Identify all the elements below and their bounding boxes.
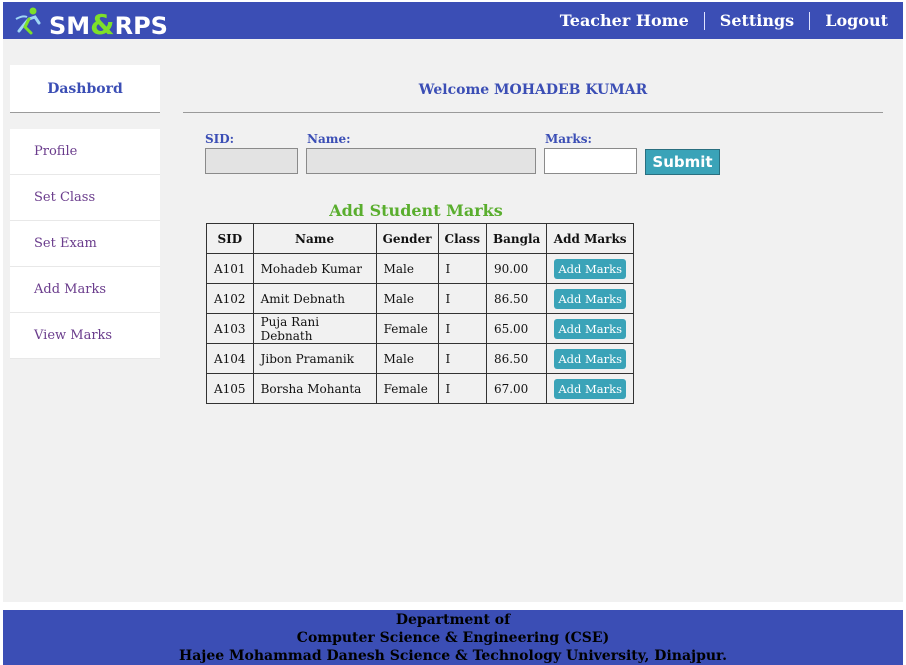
logo-prefix: SM [49,12,91,40]
logo[interactable]: SM&RPS [13,5,173,41]
cell-sid: A101 [206,253,254,284]
footer-university: Hajee Mohammad Danesh Science & Technolo… [178,648,728,664]
cell-sid: A103 [206,313,254,344]
nav-teacher-home[interactable]: Teacher Home [545,11,704,30]
add-marks-button[interactable]: Add Marks [554,318,627,339]
logo-text: SM&RPS [49,8,168,41]
cell-gender: Female [375,373,439,404]
cell-gender: Male [375,283,439,314]
top-nav: Teacher Home Settings Logout [545,2,903,39]
cell-class: I [437,253,487,284]
table-row: A102 Amit Debnath Male I 86.50 Add Marks [206,283,635,314]
sidebar: Profile Set Class Set Exam Add Marks Vie… [10,129,160,359]
table-row: A105 Borsha Mohanta Female I 67.00 Add M… [206,373,635,404]
nav-logout[interactable]: Logout [810,11,903,30]
marks-field[interactable] [544,148,637,174]
cell-class: I [437,283,487,314]
cell-action: Add Marks [546,373,635,404]
cell-gender: Female [375,313,439,344]
name-field[interactable] [306,148,536,174]
sidebar-item-add-marks[interactable]: Add Marks [10,267,160,313]
cell-bangla: 90.00 [485,253,548,284]
col-add-marks: Add Marks [546,223,635,254]
cell-class: I [437,373,487,404]
logo-runner-icon [15,7,41,35]
table-row: A101 Mohadeb Kumar Male I 90.00 Add Mark… [206,253,635,284]
nav-settings[interactable]: Settings [705,11,809,30]
welcome-message: Welcome MOHADEB KUMAR [183,75,883,113]
sidebar-item-set-exam[interactable]: Set Exam [10,221,160,267]
cell-name: Jibon Pramanik [252,343,377,374]
footer-faculty: Computer Science & Engineering (CSE) [296,630,610,646]
logo-ampersand: & [90,8,115,41]
marks-label: Marks: [545,132,592,146]
cell-class: I [437,313,487,344]
cell-action: Add Marks [546,343,635,374]
cell-sid: A105 [206,373,254,404]
cell-bangla: 86.50 [485,343,548,374]
sidebar-item-view-marks[interactable]: View Marks [10,313,160,359]
table-row: A103 Puja Rani Debnath Female I 65.00 Ad… [206,313,635,344]
table-row: A104 Jibon Pramanik Male I 86.50 Add Mar… [206,343,635,374]
cell-class: I [437,343,487,374]
sidebar-item-profile[interactable]: Profile [10,129,160,175]
col-sid: SID [206,223,254,254]
cell-name: Amit Debnath [252,283,377,314]
logo-suffix: RPS [114,12,168,40]
col-class: Class [437,223,487,254]
cell-bangla: 86.50 [485,283,548,314]
col-name: Name [252,223,377,254]
sid-label: SID: [205,132,235,146]
col-bangla: Bangla [485,223,548,254]
marks-table: SID Name Gender Class Bangla Add Marks A… [206,223,635,404]
name-label: Name: [307,132,351,146]
cell-gender: Male [375,253,439,284]
top-header: SM&RPS Teacher Home Settings Logout [3,2,903,41]
main-content: Dashbord Profile Set Class Set Exam Add … [3,39,903,602]
sid-field[interactable] [205,148,298,174]
add-marks-button[interactable]: Add Marks [554,288,627,309]
add-marks-button[interactable]: Add Marks [554,348,627,369]
cell-bangla: 67.00 [485,373,548,404]
cell-name: Puja Rani Debnath [252,313,377,344]
footer-department: Department of [395,612,511,628]
cell-name: Mohadeb Kumar [252,253,377,284]
cell-bangla: 65.00 [485,313,548,344]
cell-action: Add Marks [546,283,635,314]
cell-action: Add Marks [546,313,635,344]
cell-name: Borsha Mohanta [252,373,377,404]
submit-button[interactable]: Submit [645,149,720,175]
col-gender: Gender [375,223,439,254]
footer: Department of Computer Science & Enginee… [3,610,903,665]
sidebar-title[interactable]: Dashbord [10,65,160,113]
add-marks-button[interactable]: Add Marks [554,258,627,279]
cell-sid: A102 [206,283,254,314]
cell-sid: A104 [206,343,254,374]
table-title: Add Student Marks [329,201,503,220]
add-marks-button[interactable]: Add Marks [554,378,627,399]
cell-gender: Male [375,343,439,374]
table-header-row: SID Name Gender Class Bangla Add Marks [206,223,635,254]
sidebar-item-set-class[interactable]: Set Class [10,175,160,221]
cell-action: Add Marks [546,253,635,284]
